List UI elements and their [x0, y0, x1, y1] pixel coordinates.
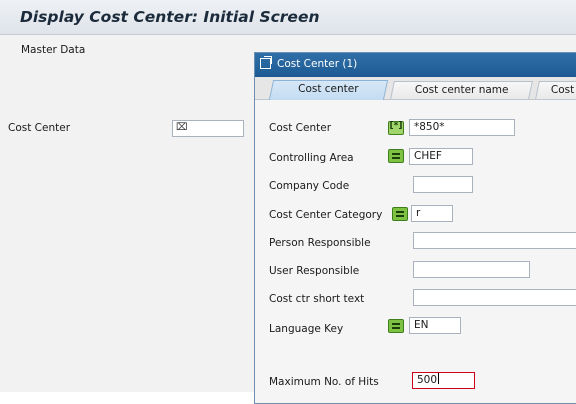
user-responsible-field[interactable] [413, 261, 530, 278]
title-bar: Display Cost Center: Initial Screen [0, 0, 576, 35]
cost-center-field-label: Cost Center [269, 122, 332, 134]
cost-center-field[interactable]: *850* [409, 119, 515, 136]
cost-center-dialog: Cost Center (1) Cost center Cost center … [254, 52, 576, 404]
cost-ctr-short-text-label: Cost ctr short text [269, 293, 365, 305]
cost-center-category-label: Cost Center Category [269, 209, 383, 221]
dialog-header[interactable]: Cost Center (1) [255, 53, 576, 77]
tab-cost-center[interactable]: Cost center [268, 80, 389, 100]
multiple-selection-icon: ⌧ [176, 122, 188, 133]
cost-ctr-short-text-field[interactable] [413, 289, 576, 306]
company-code-field[interactable] [413, 176, 473, 193]
selection-option-pattern-button[interactable]: [*] [388, 121, 404, 135]
language-key-field[interactable]: EN [409, 317, 461, 334]
person-responsible-label: Person Responsible [269, 237, 371, 249]
controlling-area-label: Controlling Area [269, 152, 354, 164]
popup-icon [260, 56, 272, 69]
cost-center-input[interactable]: ⌧ [172, 120, 244, 137]
selection-option-equal-button[interactable] [388, 319, 404, 333]
selection-option-equal-button[interactable] [392, 207, 408, 221]
user-responsible-label: User Responsible [269, 265, 360, 277]
controlling-area-field[interactable]: CHEF [409, 148, 473, 165]
dialog-title: Cost Center (1) [277, 58, 358, 70]
max-hits-field[interactable]: 500 [412, 372, 475, 389]
selection-option-equal-button[interactable] [388, 149, 404, 163]
max-hits-label: Maximum No. of Hits [269, 376, 379, 388]
tab-cost-c[interactable]: Cost c [535, 81, 576, 99]
cost-center-label: Cost Center [8, 122, 71, 134]
tab-cost-center-name[interactable]: Cost center name [390, 81, 533, 99]
menu-item-master-data[interactable]: Master Data [21, 44, 85, 56]
max-hits-value: 500 [417, 374, 438, 386]
language-key-label: Language Key [269, 323, 344, 335]
cost-center-category-field[interactable]: r [411, 205, 453, 222]
text-caret [438, 373, 440, 384]
company-code-label: Company Code [269, 180, 350, 192]
tab-strip: Cost center Cost center name Cost c [255, 77, 576, 100]
page-title: Display Cost Center: Initial Screen [20, 8, 320, 26]
person-responsible-field[interactable] [413, 232, 576, 249]
pattern-icon: [*] [389, 121, 403, 131]
